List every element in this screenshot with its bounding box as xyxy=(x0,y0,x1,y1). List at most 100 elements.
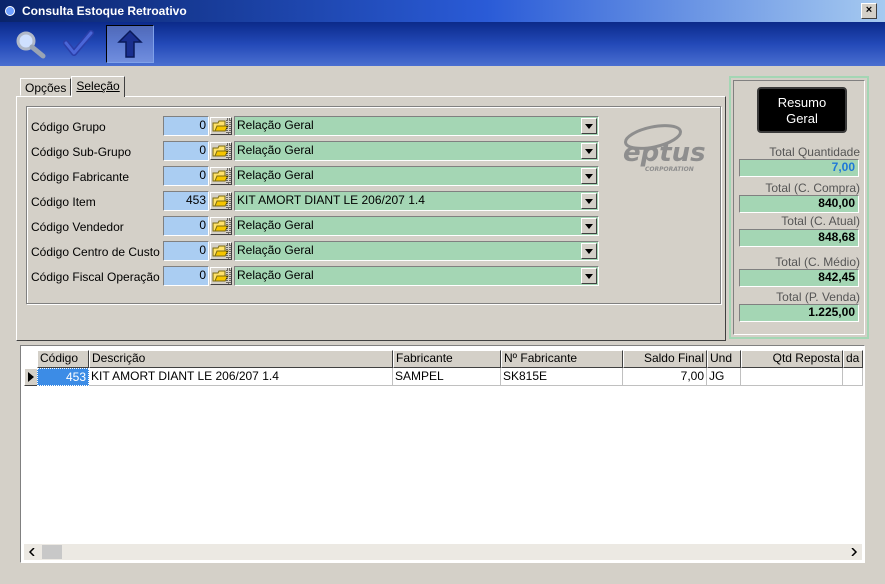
chevron-down-icon xyxy=(585,223,593,229)
up-arrow-icon xyxy=(117,29,143,58)
resumo-geral-button[interactable]: Resumo Geral xyxy=(757,87,847,133)
table-cell[interactable] xyxy=(843,368,863,386)
table-cell[interactable]: SAMPEL xyxy=(393,368,501,386)
dropdown-button[interactable] xyxy=(581,268,597,284)
resumo-label-line1: Resumo xyxy=(777,95,827,110)
field-label: Código Vendedor xyxy=(31,220,124,234)
table-cell[interactable]: SK815E xyxy=(501,368,623,386)
column-header[interactable]: Nº Fabricante xyxy=(501,350,623,368)
field-label: Código Sub-Grupo xyxy=(31,145,132,159)
column-header[interactable]: da xyxy=(843,350,863,368)
tab-panel-selecao: Código Grupo 0 Relação Geral Código Sub-Gru… xyxy=(16,96,726,341)
dropdown-button[interactable] xyxy=(581,118,597,134)
horizontal-scrollbar[interactable] xyxy=(24,544,862,560)
field-combo[interactable]: KIT AMORT DIANT LE 206/207 1.4 xyxy=(234,191,599,211)
title-bar: Consulta Estoque Retroativo × xyxy=(0,0,885,22)
scroll-left-button[interactable] xyxy=(24,544,40,560)
checkmark-icon xyxy=(63,30,94,56)
confirm-button[interactable] xyxy=(58,25,98,63)
field-combo[interactable]: Relação Geral xyxy=(234,216,599,236)
field-combo[interactable]: Relação Geral xyxy=(234,116,599,136)
column-header[interactable]: Descrição xyxy=(89,350,393,368)
table-cell[interactable]: 453 xyxy=(37,368,89,386)
folder-lookup-icon xyxy=(212,168,231,184)
dropdown-button[interactable] xyxy=(581,168,597,184)
dropdown-button[interactable] xyxy=(581,218,597,234)
table-cell[interactable]: 7,00 xyxy=(623,368,707,386)
table-cell[interactable]: JG xyxy=(707,368,741,386)
results-grid[interactable]: Código Descrição Fabricante Nº Fabricante Sa… xyxy=(20,345,865,563)
lookup-button[interactable] xyxy=(210,242,232,260)
chevron-down-icon xyxy=(585,148,593,154)
field-combo-value: Relação Geral xyxy=(237,168,314,182)
dropdown-button[interactable] xyxy=(581,143,597,159)
logo-text: eptus xyxy=(623,138,706,168)
field-row: Código Fiscal Operação 0 Relação Geral xyxy=(31,266,711,286)
summary-value: 1.225,00 xyxy=(739,304,859,322)
chevron-down-icon xyxy=(585,273,593,279)
column-header[interactable]: Und xyxy=(707,350,741,368)
field-combo[interactable]: Relação Geral xyxy=(234,166,599,186)
lookup-button[interactable] xyxy=(210,267,232,285)
field-code-input[interactable]: 0 xyxy=(163,241,209,261)
summary-label: Total (C. Médio) xyxy=(775,255,860,269)
lookup-button[interactable] xyxy=(210,217,232,235)
field-code-input[interactable]: 0 xyxy=(163,116,209,136)
folder-lookup-icon xyxy=(212,193,231,209)
magnifier-icon xyxy=(16,31,46,59)
close-button[interactable]: × xyxy=(861,3,877,19)
scroll-right-button[interactable] xyxy=(846,544,862,560)
logo-tagline: CORPORATION xyxy=(645,166,694,173)
filters-group: Código Grupo 0 Relação Geral Código Sub-Gru… xyxy=(26,106,721,304)
field-label: Código Centro de Custo xyxy=(31,245,160,259)
field-combo[interactable]: Relação Geral xyxy=(234,266,599,286)
field-combo-value: Relação Geral xyxy=(237,218,314,232)
folder-lookup-icon xyxy=(212,268,231,284)
field-code-input[interactable]: 0 xyxy=(163,216,209,236)
summary-value: 840,00 xyxy=(739,195,859,213)
field-combo-value: Relação Geral xyxy=(237,118,314,132)
field-row: Código Centro de Custo 0 Relação Geral xyxy=(31,241,711,261)
app-icon[interactable] xyxy=(5,6,15,16)
chevron-down-icon xyxy=(585,123,593,129)
column-header[interactable]: Qtd Reposta xyxy=(741,350,843,368)
field-code-input[interactable]: 0 xyxy=(163,166,209,186)
chevron-left-icon xyxy=(28,548,35,556)
tab-control: Opções Seleção Código Grupo 0 Relação Gera… xyxy=(14,71,726,341)
field-combo[interactable]: Relação Geral xyxy=(234,141,599,161)
summary-label: Total (C. Compra) xyxy=(765,181,860,195)
field-row: Código Item 453 KIT AMORT DIANT LE 206/207… xyxy=(31,191,711,211)
field-label: Código Fiscal Operação xyxy=(31,270,160,284)
field-combo-value: KIT AMORT DIANT LE 206/207 1.4 xyxy=(237,193,425,207)
tab-opcoes[interactable]: Opções xyxy=(20,78,72,96)
column-header[interactable]: Fabricante xyxy=(393,350,501,368)
summary-value: 842,45 xyxy=(739,269,859,287)
field-code-input[interactable]: 453 xyxy=(163,191,209,211)
field-combo-value: Relação Geral xyxy=(237,268,314,282)
field-label: Código Item xyxy=(31,195,96,209)
lookup-button[interactable] xyxy=(210,192,232,210)
current-row-arrow-icon xyxy=(28,372,34,382)
lookup-button[interactable] xyxy=(210,167,232,185)
chevron-down-icon xyxy=(585,173,593,179)
column-header[interactable]: Saldo Final xyxy=(623,350,707,368)
field-code-input[interactable]: 0 xyxy=(163,266,209,286)
chevron-down-icon xyxy=(585,248,593,254)
tab-selecao[interactable]: Seleção xyxy=(71,76,125,97)
eptus-logo: eptus CORPORATION xyxy=(607,117,707,180)
dropdown-button[interactable] xyxy=(581,243,597,259)
folder-lookup-icon xyxy=(212,143,231,159)
summary-value: 848,68 xyxy=(739,229,859,247)
dropdown-button[interactable] xyxy=(581,193,597,209)
table-cell[interactable] xyxy=(741,368,843,386)
search-button[interactable] xyxy=(10,25,50,63)
column-header[interactable]: Código xyxy=(37,350,89,368)
lookup-button[interactable] xyxy=(210,142,232,160)
scroll-thumb[interactable] xyxy=(42,545,62,559)
folder-lookup-icon xyxy=(212,118,231,134)
field-combo[interactable]: Relação Geral xyxy=(234,241,599,261)
lookup-button[interactable] xyxy=(210,117,232,135)
field-code-input[interactable]: 0 xyxy=(163,141,209,161)
table-cell[interactable]: KIT AMORT DIANT LE 206/207 1.4 xyxy=(89,368,393,386)
return-button[interactable] xyxy=(106,25,154,63)
